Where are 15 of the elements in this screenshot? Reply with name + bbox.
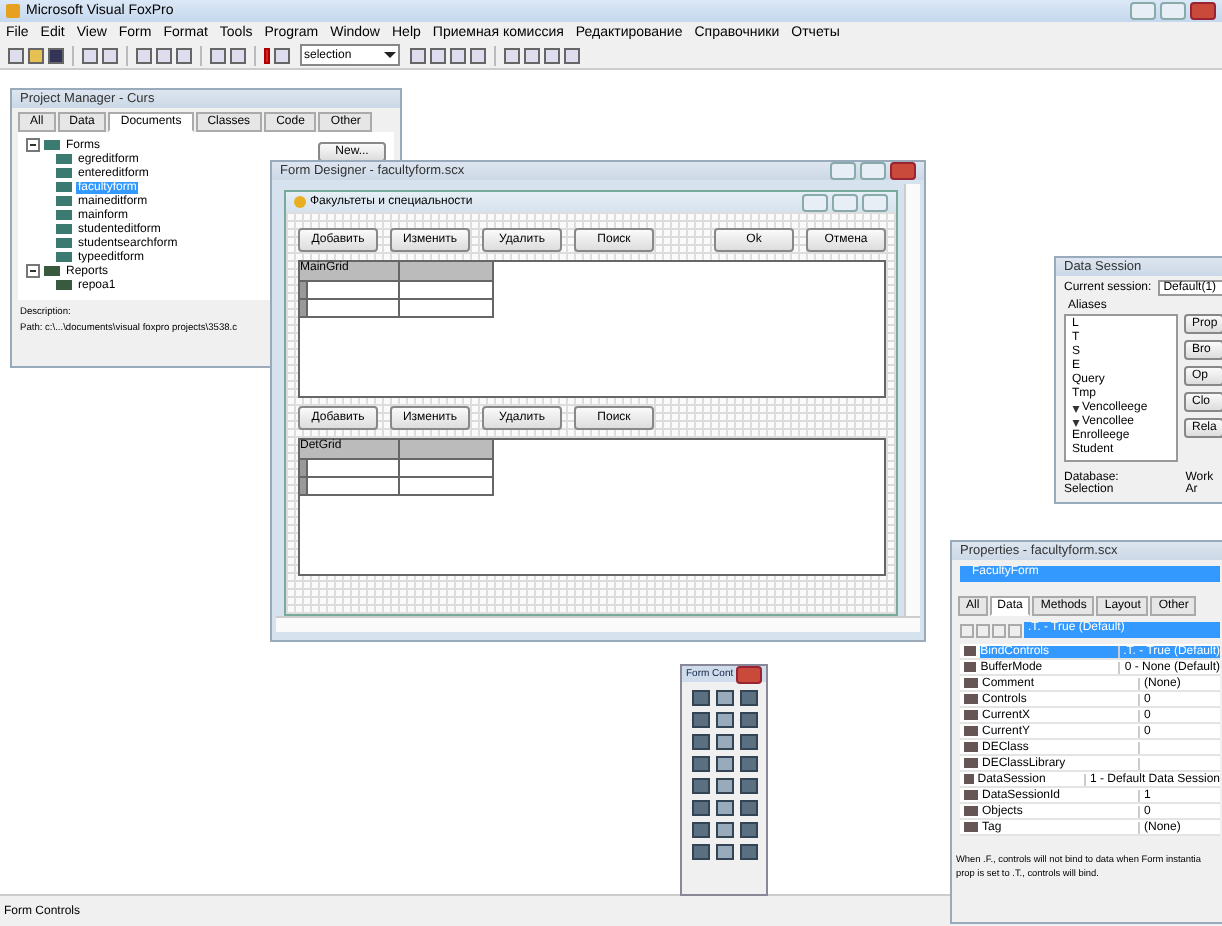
maximize-icon[interactable]	[832, 193, 858, 211]
close-icon[interactable]	[862, 193, 888, 211]
collapse-icon[interactable]	[26, 138, 40, 152]
dropdown-arrow-icon[interactable]	[384, 52, 396, 58]
minimize-icon[interactable]	[830, 162, 856, 180]
close-icon[interactable]	[736, 665, 762, 683]
minimize-icon[interactable]	[1130, 2, 1156, 20]
close-icon[interactable]	[1190, 2, 1216, 20]
horizontal-scrollbar[interactable]	[276, 616, 920, 632]
vertical-scrollbar[interactable]	[904, 184, 920, 616]
maximize-icon[interactable]	[1160, 2, 1186, 20]
collapse-icon[interactable]	[26, 264, 40, 278]
minimize-icon[interactable]	[802, 193, 828, 211]
maximize-icon[interactable]	[860, 162, 886, 180]
close-icon[interactable]	[890, 162, 916, 180]
